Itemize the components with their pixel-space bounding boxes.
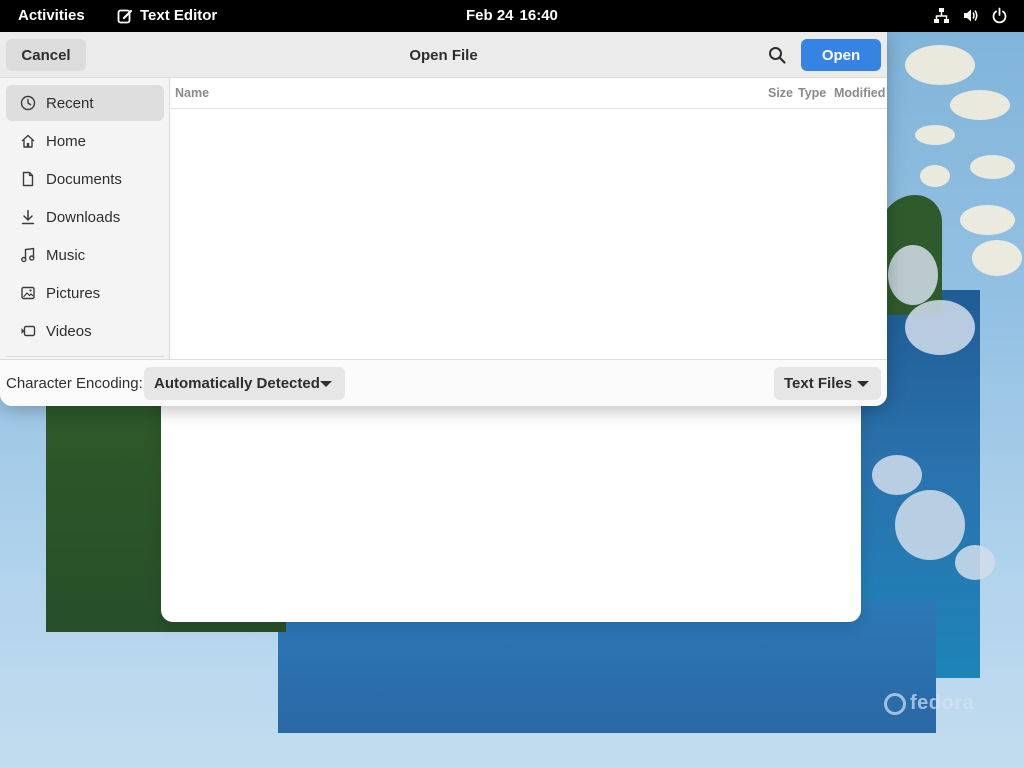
home-icon — [21, 134, 35, 148]
video-icon — [21, 325, 36, 337]
encoding-dropdown[interactable]: Automatically Detected — [144, 367, 345, 400]
dropdown-arrow-icon — [857, 380, 869, 387]
places-sidebar: Recent Home Documents Downloads Music Pi… — [0, 78, 170, 359]
activities-button[interactable]: Activities — [18, 7, 85, 24]
app-name: Text Editor — [140, 7, 218, 24]
sidebar-item-music[interactable]: Music — [6, 237, 164, 273]
sidebar-item-label: Recent — [46, 94, 94, 112]
download-icon — [21, 209, 35, 225]
wallpaper-cloud — [970, 155, 1015, 179]
column-header-modified[interactable]: Modified — [834, 86, 885, 100]
sidebar-item-documents[interactable]: Documents — [6, 161, 164, 197]
column-header-type[interactable]: Type — [798, 86, 826, 100]
dropdown-arrow-icon — [320, 380, 332, 387]
sidebar-item-label: Music — [46, 246, 86, 264]
wallpaper-cloud — [960, 205, 1015, 235]
network-icon — [934, 8, 949, 23]
top-bar: Activities Text Editor Feb 24 16:40 — [0, 0, 1024, 32]
system-status-menu[interactable] — [933, 7, 1008, 24]
wallpaper-cloud — [872, 455, 922, 495]
file-list-header: Name Size Type Modified — [171, 78, 887, 109]
sidebar-item-label: Home — [46, 132, 87, 150]
dialog-header-bar: Cancel Open File Open — [0, 32, 887, 78]
wallpaper-cloud — [888, 245, 938, 305]
sidebar-item-downloads[interactable]: Downloads — [6, 199, 164, 235]
search-button[interactable] — [762, 42, 792, 70]
text-editor-window[interactable] — [161, 395, 861, 622]
file-type-value: Text Files — [784, 375, 853, 392]
volume-icon — [964, 9, 978, 22]
sidebar-item-label: Pictures — [46, 284, 101, 302]
column-header-name[interactable]: Name — [175, 86, 209, 100]
fedora-watermark: fedora — [884, 692, 974, 715]
sidebar-item-videos[interactable]: Videos — [6, 313, 164, 349]
open-file-dialog: Cancel Open File Open Recent Home Docume… — [0, 32, 887, 406]
wallpaper-cloud — [915, 125, 955, 145]
sidebar-item-label: Downloads — [46, 208, 121, 226]
wallpaper-cloud — [905, 45, 975, 85]
file-type-filter-dropdown[interactable]: Text Files — [774, 367, 881, 400]
clock-icon — [20, 95, 36, 111]
sidebar-item-pictures[interactable]: Pictures — [6, 275, 164, 311]
text-editor-icon — [117, 9, 133, 23]
wallpaper-cloud — [950, 90, 1010, 120]
cancel-button[interactable]: Cancel — [6, 39, 86, 71]
wallpaper-cloud — [895, 490, 965, 560]
picture-icon — [21, 286, 35, 300]
encoding-label: Character Encoding: — [6, 375, 143, 392]
fedora-logo-icon — [884, 692, 906, 715]
app-menu-button[interactable]: Text Editor — [117, 7, 217, 24]
document-icon — [22, 171, 34, 187]
fedora-wordmark: fedora — [910, 692, 975, 714]
sidebar-item-home[interactable]: Home — [6, 123, 164, 159]
dialog-title: Open File — [409, 47, 478, 64]
sidebar-item-label: Documents — [46, 170, 122, 188]
column-header-size[interactable]: Size — [768, 86, 793, 100]
power-icon — [992, 7, 1007, 24]
clock-date: Feb 24 — [466, 7, 514, 24]
wallpaper-cloud — [905, 300, 975, 355]
dialog-footer: Character Encoding: Automatically Detect… — [0, 359, 887, 406]
sidebar-item-recent[interactable]: Recent — [6, 85, 164, 121]
file-list[interactable]: Name Size Type Modified — [171, 78, 887, 359]
clock-button[interactable]: Feb 24 16:40 — [466, 7, 558, 24]
clock-time: 16:40 — [519, 7, 558, 24]
open-button[interactable]: Open — [801, 39, 881, 71]
encoding-value: Automatically Detected — [154, 375, 320, 392]
music-icon — [21, 247, 35, 263]
wallpaper-cloud — [955, 545, 995, 580]
sidebar-separator — [6, 356, 164, 357]
search-icon — [769, 47, 786, 64]
wallpaper-cloud — [972, 240, 1022, 276]
wallpaper-cloud — [920, 165, 950, 187]
sidebar-item-label: Videos — [46, 322, 92, 340]
